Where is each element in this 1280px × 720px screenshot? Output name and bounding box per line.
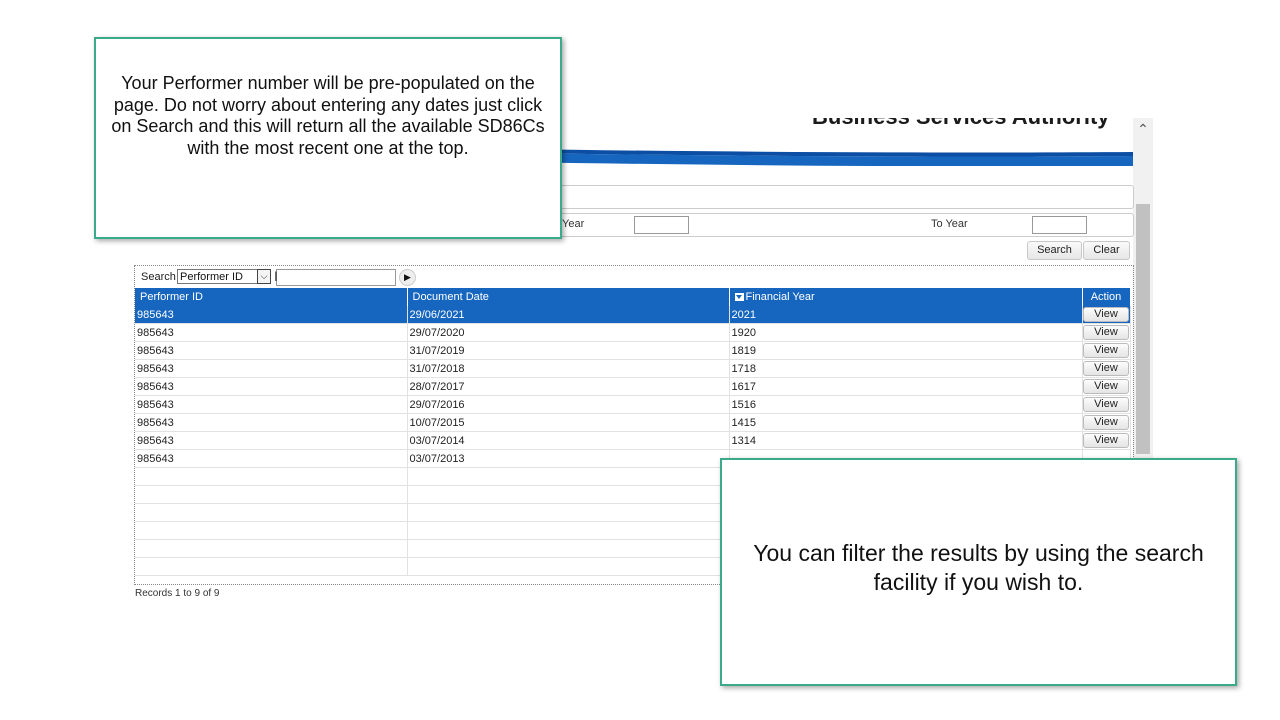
search-field-value: Performer ID [180, 271, 243, 283]
table-row[interactable]: 985643 29/07/2020 1920 View [135, 323, 1131, 342]
financial-year-cell: 1314 [729, 431, 1083, 450]
financial-year-cell: 1718 [729, 359, 1083, 378]
column-header-performer-id[interactable]: Performer ID [135, 288, 408, 306]
financial-year-cell: 1617 [729, 377, 1083, 396]
search-field-select[interactable]: Performer ID ⌵ [177, 269, 271, 284]
performer-id-cell: 985643 [135, 395, 408, 414]
document-date-cell: 03/07/2013 [407, 449, 730, 468]
column-header-document-date[interactable]: Document Date [407, 288, 730, 306]
empty-cell [407, 557, 730, 576]
document-date-cell: 28/07/2017 [407, 377, 730, 396]
view-button[interactable]: View [1083, 415, 1129, 430]
instruction-text-bottom: You can filter the results by using the … [753, 540, 1204, 595]
financial-year-header-label: Financial Year [745, 291, 815, 303]
chevron-up-icon[interactable]: ⌃ [1136, 122, 1150, 136]
performer-id-cell: 985643 [135, 323, 408, 342]
financial-year-cell: 1516 [729, 395, 1083, 414]
empty-cell [135, 521, 408, 540]
performer-id-cell: 985643 [135, 413, 408, 432]
table-row[interactable]: 985643 31/07/2018 1718 View [135, 359, 1131, 378]
vertical-scrollbar[interactable]: ⌃ [1133, 118, 1153, 463]
view-button[interactable]: View [1083, 361, 1129, 376]
document-date-cell: 29/06/2021 [407, 306, 730, 324]
chevron-down-icon[interactable]: ⌵ [257, 269, 271, 284]
document-date-cell: 03/07/2014 [407, 431, 730, 450]
table-row[interactable]: 985643 29/06/2021 2021 View [135, 306, 1131, 324]
table-row[interactable]: 985643 28/07/2017 1617 View [135, 377, 1131, 396]
performer-id-cell: 985643 [135, 341, 408, 360]
instruction-callout-top: Your Performer number will be pre-popula… [94, 37, 562, 239]
grid-search-input[interactable] [276, 269, 396, 286]
financial-year-cell: 2021 [729, 306, 1083, 324]
document-date-cell: 29/07/2020 [407, 323, 730, 342]
table-row[interactable]: 985643 03/07/2014 1314 View [135, 431, 1131, 450]
text-cursor-icon: I [274, 268, 278, 284]
document-date-cell: 10/07/2015 [407, 413, 730, 432]
financial-year-cell: 1415 [729, 413, 1083, 432]
performer-id-cell: 985643 [135, 431, 408, 450]
document-date-cell: 29/07/2016 [407, 395, 730, 414]
action-cell: View [1082, 395, 1131, 414]
to-year-label: To Year [931, 218, 968, 230]
empty-cell [407, 521, 730, 540]
to-year-input[interactable] [1032, 216, 1087, 234]
financial-year-cell: 1819 [729, 341, 1083, 360]
action-cell: View [1082, 431, 1131, 450]
records-count: Records 1 to 9 of 9 [135, 588, 220, 599]
empty-cell [407, 503, 730, 522]
empty-cell [407, 485, 730, 504]
action-cell: View [1082, 413, 1131, 432]
empty-cell [135, 557, 408, 576]
column-header-financial-year[interactable]: Financial Year [729, 288, 1083, 306]
view-button[interactable]: View [1083, 325, 1129, 340]
document-date-cell: 31/07/2018 [407, 359, 730, 378]
view-button[interactable]: View [1083, 397, 1129, 412]
empty-cell [407, 539, 730, 558]
performer-id-cell: 985643 [135, 449, 408, 468]
action-cell: View [1082, 323, 1131, 342]
performer-id-cell: 985643 [135, 306, 408, 324]
table-row[interactable]: 985643 29/07/2016 1516 View [135, 395, 1131, 414]
grid-search-label: Search [141, 271, 176, 283]
empty-cell [407, 467, 730, 486]
action-cell: View [1082, 359, 1131, 378]
table-row[interactable]: 985643 31/07/2019 1819 View [135, 341, 1131, 360]
empty-cell [135, 485, 408, 504]
from-year-label: Year [562, 218, 585, 230]
search-button[interactable]: Search [1027, 241, 1082, 260]
clear-button[interactable]: Clear [1083, 241, 1130, 260]
empty-cell [135, 503, 408, 522]
performer-number-row [550, 185, 1134, 209]
view-button[interactable]: View [1083, 307, 1129, 322]
performer-id-cell: 985643 [135, 377, 408, 396]
instruction-callout-bottom: You can filter the results by using the … [720, 458, 1237, 686]
view-button[interactable]: View [1083, 343, 1129, 358]
empty-cell [135, 467, 408, 486]
table-header-row: Performer ID Document Date Financial Yea… [135, 288, 1131, 306]
action-cell: View [1082, 377, 1131, 396]
view-button[interactable]: View [1083, 433, 1129, 448]
brand-title: Business Services Authority [812, 118, 1110, 130]
performer-id-cell: 985643 [135, 359, 408, 378]
instruction-text-top: Your Performer number will be pre-popula… [111, 73, 545, 158]
action-cell: View [1082, 306, 1131, 324]
table-row[interactable]: 985643 10/07/2015 1415 View [135, 413, 1131, 432]
financial-year-cell: 1920 [729, 323, 1083, 342]
document-date-cell: 31/07/2019 [407, 341, 730, 360]
view-button[interactable]: View [1083, 379, 1129, 394]
sort-descending-icon [734, 293, 744, 301]
play-arrow-icon[interactable]: ▶ [399, 269, 416, 286]
empty-cell [135, 539, 408, 558]
scrollbar-thumb[interactable] [1136, 204, 1150, 454]
column-header-action: Action [1082, 288, 1131, 306]
action-cell: View [1082, 341, 1131, 360]
from-year-input[interactable] [634, 216, 689, 234]
